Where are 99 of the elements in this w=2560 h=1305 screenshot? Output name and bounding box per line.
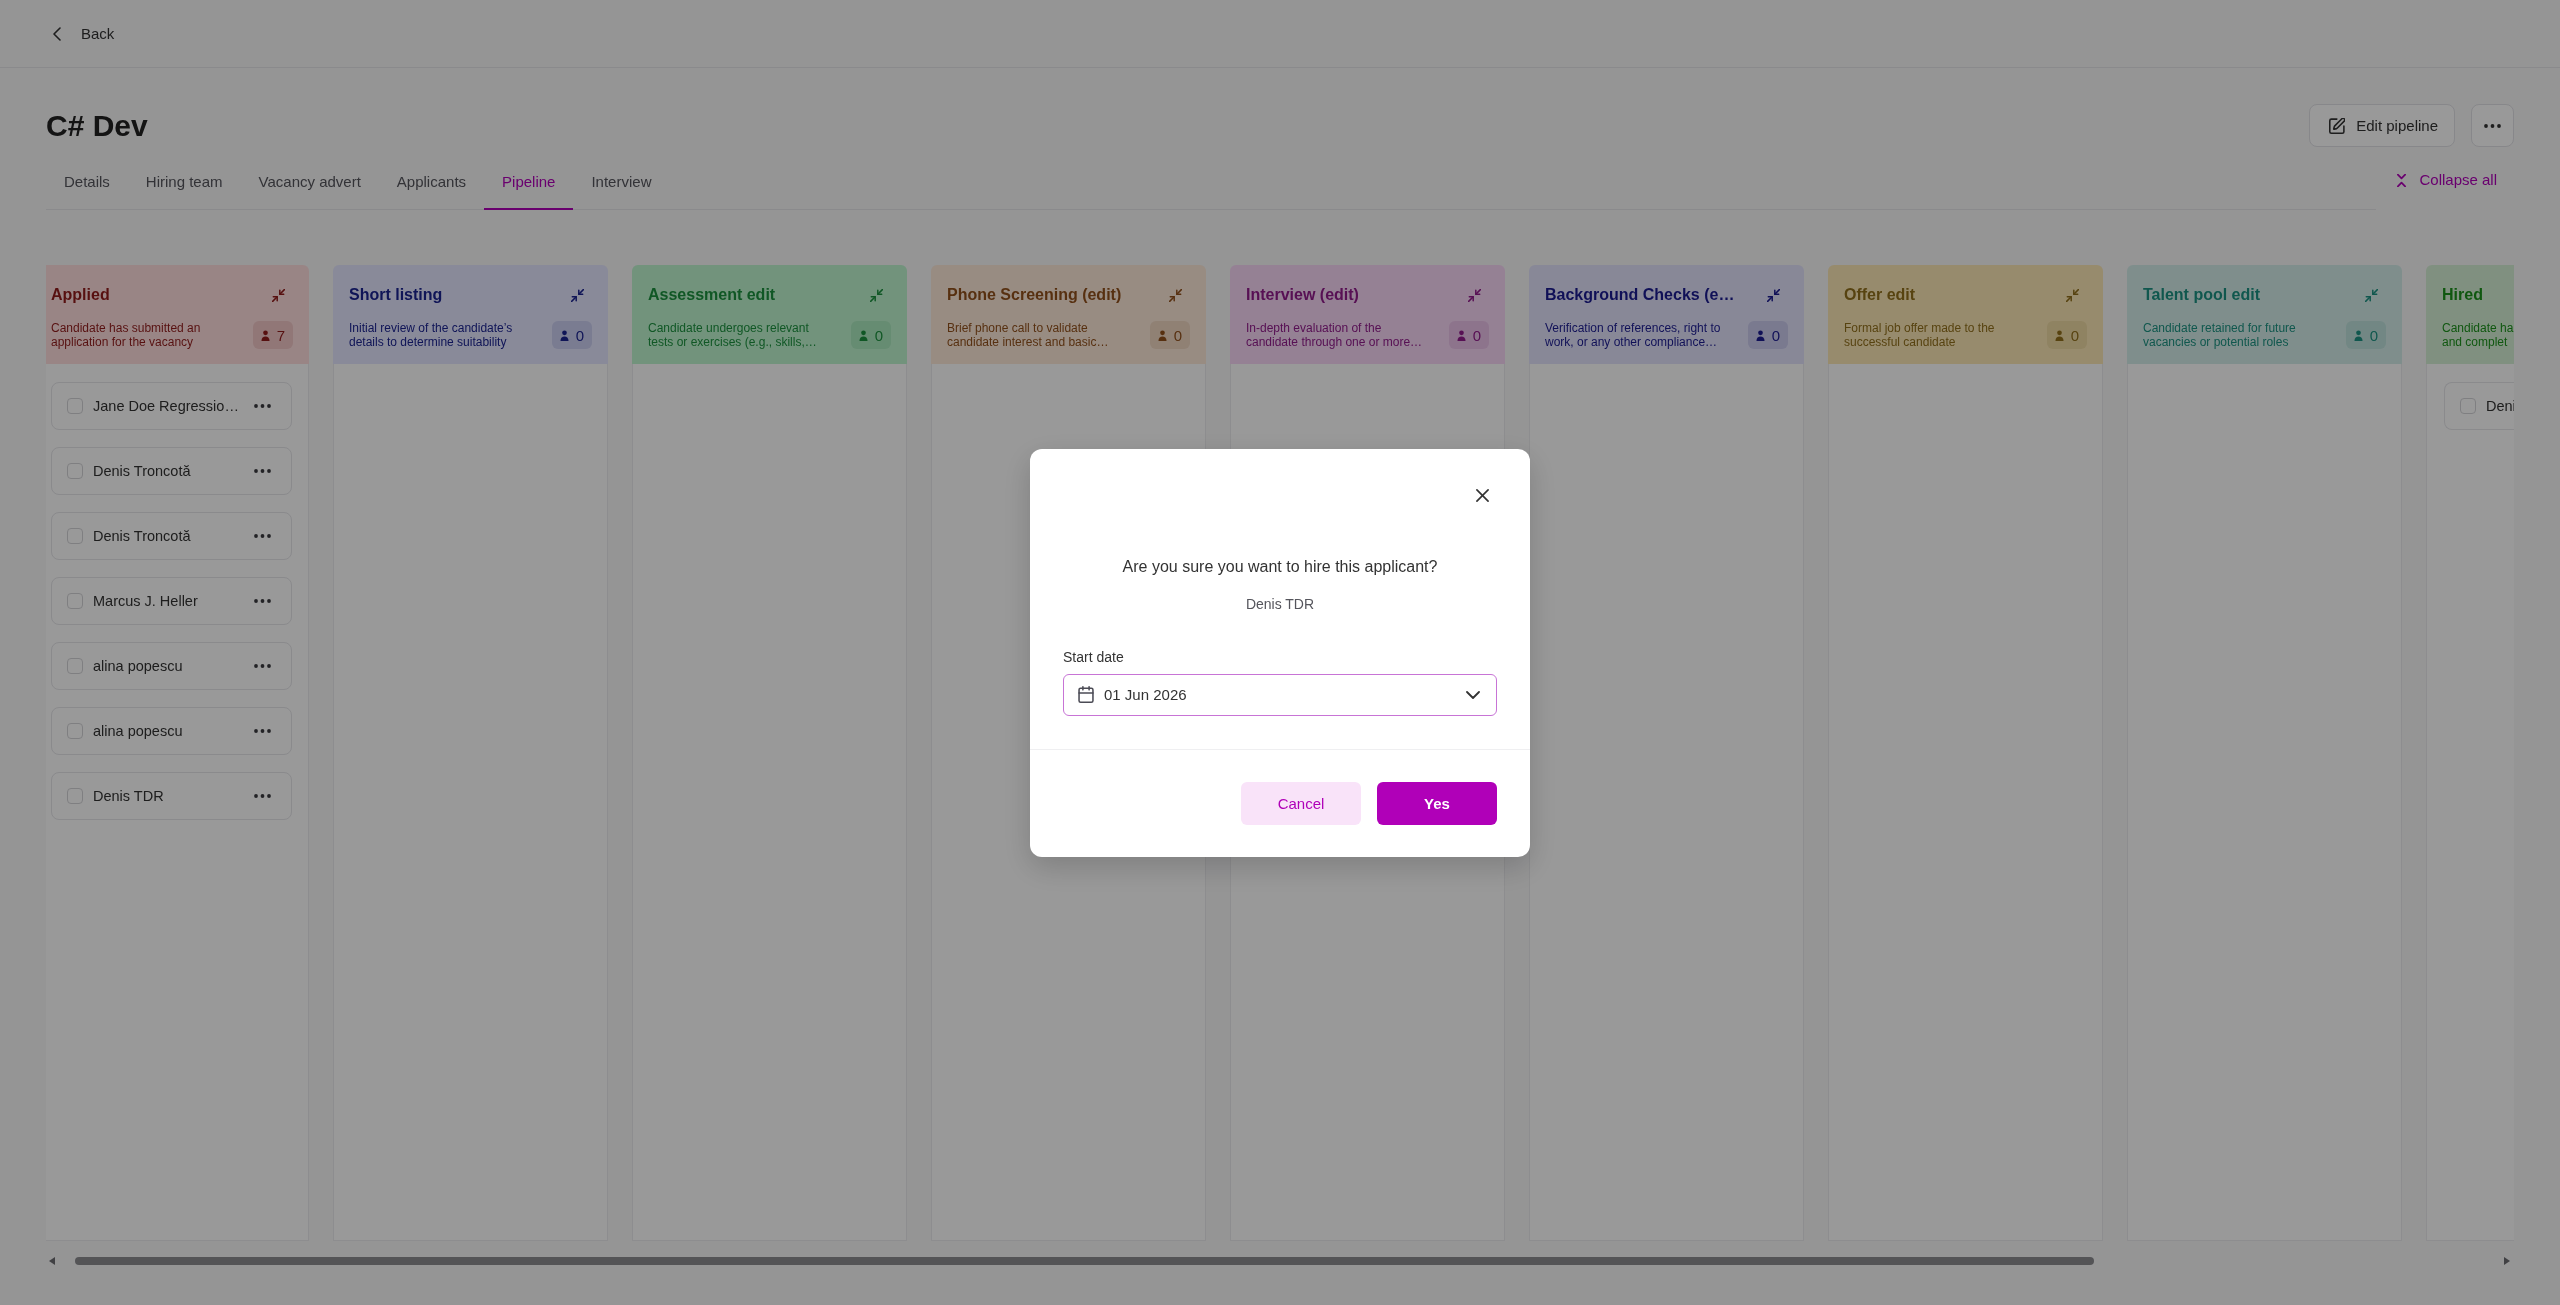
stage-description: Brief phone call to validate candidate interest and basic… <box>947 321 1109 349</box>
checkbox[interactable] <box>67 528 83 544</box>
applicant-card[interactable]: Deni <box>2444 382 2514 430</box>
stage-title: Background Checks (e… <box>1545 286 1735 304</box>
calendar-icon <box>1078 686 1094 703</box>
stage-title: Hired <box>2442 286 2483 304</box>
scrollbar-thumb[interactable] <box>75 1257 2094 1265</box>
tab[interactable]: Details <box>46 162 128 210</box>
applicant-count: 0 <box>874 326 883 344</box>
applicant-name: Denis Troncotă <box>93 463 192 479</box>
person-icon <box>1755 329 1765 341</box>
person-icon <box>2054 329 2064 341</box>
applicant-name: alina popescu <box>93 658 184 674</box>
chevrons-inward-icon <box>2397 173 2407 187</box>
stage-description: Candidate has submitted an application for the vacancy <box>51 321 201 349</box>
chevron-left-icon <box>53 26 61 41</box>
applicant-name: Marcus J. Heller <box>93 593 199 609</box>
applicant-count: 0 <box>2070 326 2079 344</box>
back-button[interactable]: Back <box>46 23 115 44</box>
applicant-name: Jane Doe Regressio… <box>93 398 240 414</box>
applicant-card[interactable]: Denis Troncotă <box>51 512 292 560</box>
stage-description: In-depth evaluation of the candidate through one or more… <box>1246 321 1423 349</box>
inward-arrows-icon[interactable] <box>1767 288 1780 302</box>
pen-square-icon <box>2329 117 2346 134</box>
applicant-count: 0 <box>1173 326 1182 344</box>
tab[interactable]: Applicants <box>378 162 485 210</box>
applicant-card[interactable]: alina popescu <box>51 707 292 755</box>
applicant-card[interactable]: Denis Troncotă <box>51 447 292 495</box>
tab[interactable]: Vacancy advert <box>240 162 379 210</box>
collapse-all-button[interactable]: Collapse all <box>2397 170 2497 190</box>
person-icon <box>1456 329 1466 341</box>
applicant-name: Denis Troncotă <box>93 528 192 544</box>
person-icon <box>260 329 270 341</box>
applicant-name: Denis TDR <box>93 788 165 804</box>
tab[interactable]: Hiring team <box>127 162 241 210</box>
person-icon <box>559 329 569 341</box>
stage-title: Phone Screening (edit) <box>947 286 1122 304</box>
applicant-card[interactable]: Denis TDR <box>51 772 292 820</box>
checkbox[interactable] <box>67 658 83 674</box>
chevron-down-icon <box>1466 690 1480 699</box>
person-icon <box>858 329 868 341</box>
inward-arrows-icon[interactable] <box>870 288 883 302</box>
stage-description: Candidate retained for future vacancies or potential roles <box>2143 321 2296 349</box>
scroll-left-icon[interactable] <box>49 1257 55 1265</box>
checkbox[interactable] <box>67 398 83 414</box>
checkbox[interactable] <box>67 463 83 479</box>
checkbox[interactable] <box>67 723 83 739</box>
tab[interactable]: Pipeline <box>484 162 574 210</box>
person-icon <box>2353 329 2363 341</box>
applicant-count: 0 <box>575 326 584 344</box>
stage-title: Assessment edit <box>648 286 776 304</box>
inward-arrows-icon[interactable] <box>1169 288 1182 302</box>
ellipsis-icon[interactable] <box>254 794 271 798</box>
applicant-card[interactable]: Jane Doe Regressio… <box>51 382 292 430</box>
scroll-right-icon[interactable] <box>2504 1257 2510 1265</box>
applicant-card[interactable]: alina popescu <box>51 642 292 690</box>
stage-title: Offer edit <box>1844 286 1916 304</box>
applicant-name: Deni <box>2486 398 2514 414</box>
ellipsis-icon <box>2484 123 2501 128</box>
stage-description: Candidate ha and complet <box>2442 321 2514 349</box>
confirm-button[interactable]: Yes <box>1377 781 1497 825</box>
stage-description: Formal job offer made to the successful candidate <box>1844 321 1995 349</box>
close-icon[interactable] <box>1476 488 1489 502</box>
ellipsis-icon[interactable] <box>254 469 271 473</box>
applicant-count: 0 <box>1771 326 1780 344</box>
stage-title: Short listing <box>349 286 443 304</box>
dialog-title: Are you sure you want to hire this applicant? <box>1121 556 1439 577</box>
stage-title: Talent pool edit <box>2143 286 2261 304</box>
ellipsis-icon[interactable] <box>254 534 271 538</box>
inward-arrows-icon[interactable] <box>1468 288 1481 302</box>
ellipsis-icon[interactable] <box>254 404 271 408</box>
applicant-name: Denis TDR <box>1244 594 1316 614</box>
stage-description: Verification of references, right to work, or any other compliance… <box>1545 321 1721 349</box>
inward-arrows-icon[interactable] <box>571 288 584 302</box>
stage-description: Candidate undergoes relevant tests or exercises (e.g., skills,… <box>648 321 817 349</box>
ellipsis-icon[interactable] <box>254 599 271 603</box>
inward-arrows-icon[interactable] <box>2066 288 2079 302</box>
page-title: C# Dev <box>46 108 148 143</box>
ellipsis-icon[interactable] <box>254 664 271 668</box>
applicant-count: 0 <box>1472 326 1481 344</box>
inward-arrows-icon[interactable] <box>272 288 285 302</box>
checkbox[interactable] <box>67 593 83 609</box>
tab[interactable]: Interview <box>573 162 670 210</box>
applicant-name: alina popescu <box>93 723 184 739</box>
stage-description: Initial review of the candidate’s details to determine suitability <box>349 321 513 349</box>
field-label: Start date <box>1063 647 1125 667</box>
date-picker-field[interactable]: 01 Jun 2026 <box>1063 673 1497 716</box>
edit-pipeline-button[interactable]: Edit pipeline <box>2309 104 2455 147</box>
stage-title: Interview (edit) <box>1246 286 1359 304</box>
ellipsis-icon[interactable] <box>254 729 271 733</box>
inward-arrows-icon[interactable] <box>2365 288 2378 302</box>
checkbox[interactable] <box>67 788 83 804</box>
checkbox[interactable] <box>2460 398 2476 414</box>
cancel-button[interactable]: Cancel <box>1241 781 1361 825</box>
stage-title: Applied <box>51 286 110 304</box>
applicant-count: 0 <box>2369 326 2378 344</box>
person-icon <box>1157 329 1167 341</box>
applicant-count: 7 <box>276 326 285 344</box>
applicant-card[interactable]: Marcus J. Heller <box>51 577 292 625</box>
